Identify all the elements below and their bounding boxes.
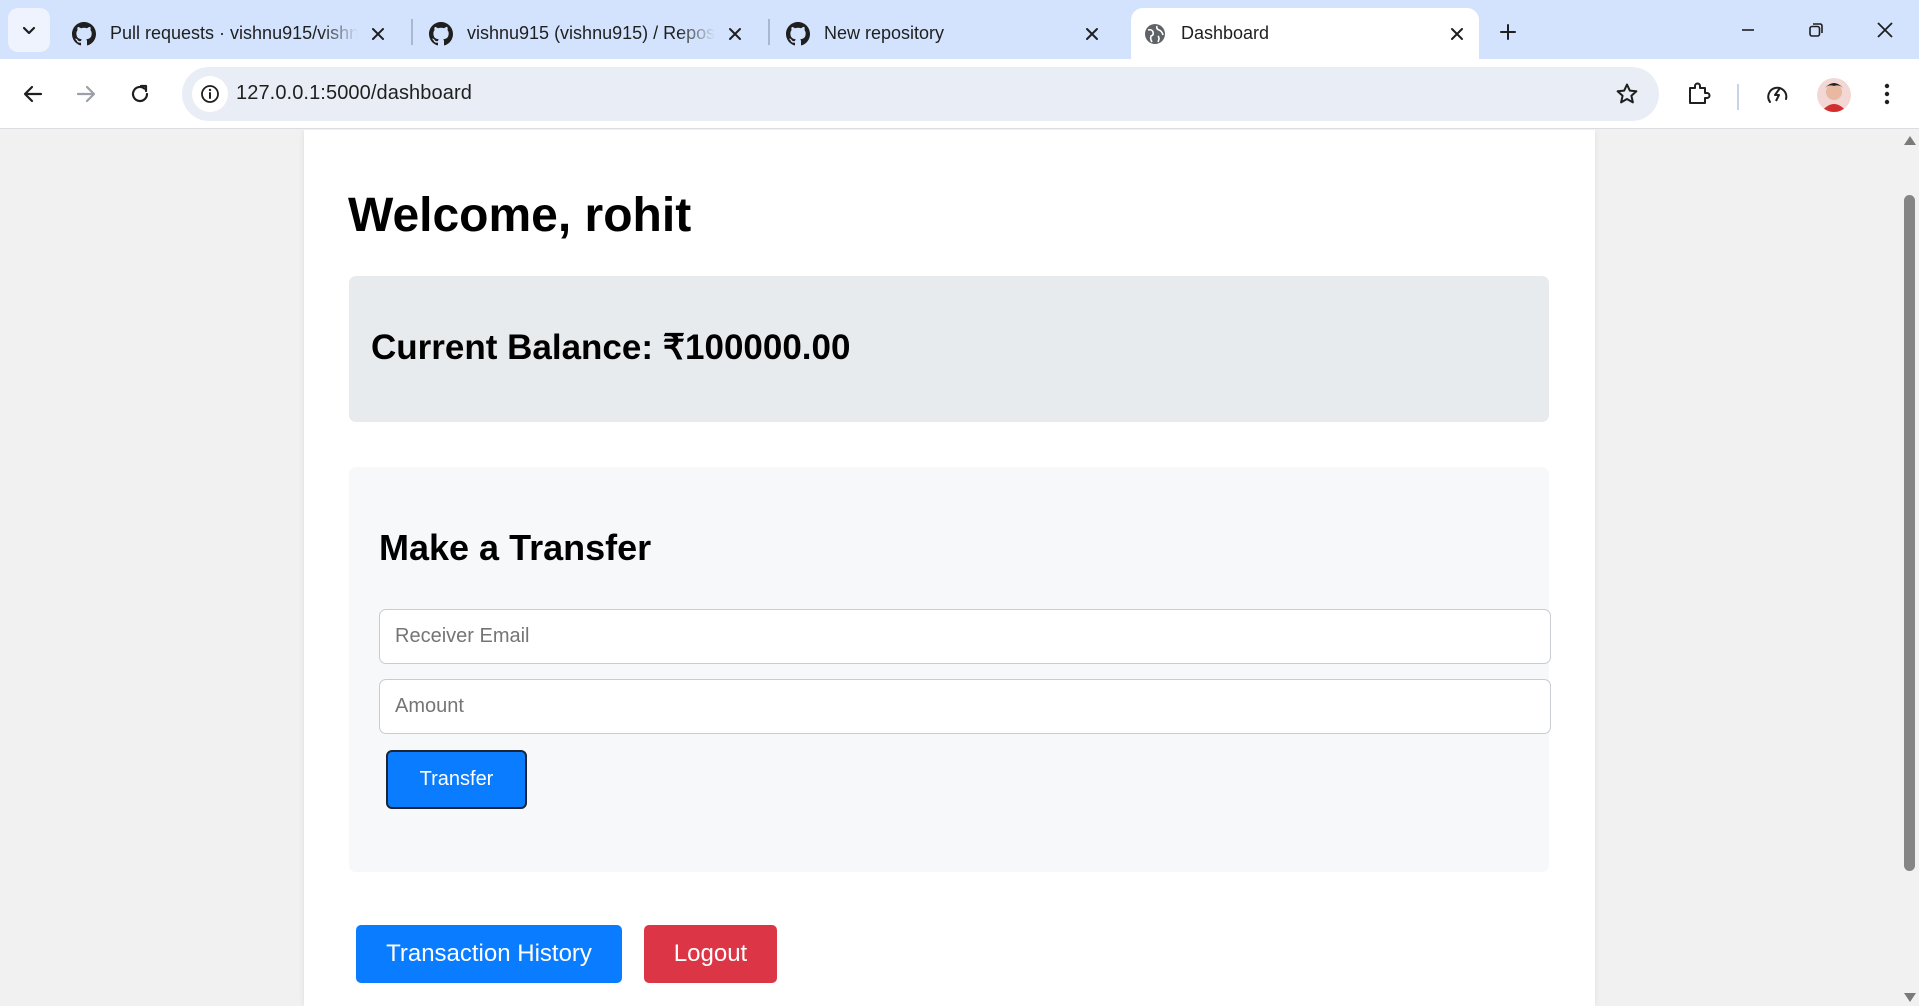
scrollbar-thumb[interactable] <box>1904 195 1915 871</box>
tab-dashboard[interactable]: Dashboard <box>1131 8 1479 59</box>
github-icon <box>786 21 810 46</box>
toolbar-divider <box>1737 84 1739 110</box>
reload-button[interactable] <box>120 74 160 114</box>
scroll-up-arrow[interactable] <box>1904 136 1916 145</box>
site-info-button[interactable] <box>192 76 228 112</box>
tab-strip: Pull requests · vishnu915/vishnu vishnu9… <box>0 0 1919 59</box>
close-icon[interactable] <box>364 20 392 48</box>
performance-button[interactable] <box>1758 74 1798 114</box>
url-text[interactable]: 127.0.0.1:5000/dashboard <box>236 82 472 105</box>
reload-icon <box>131 84 149 103</box>
globe-icon <box>1143 22 1167 46</box>
github-icon <box>429 21 453 46</box>
scroll-down-arrow[interactable] <box>1904 993 1916 1002</box>
dashboard-container: Welcome, rohit Current Balance: ₹100000.… <box>304 130 1595 1006</box>
vertical-scrollbar[interactable] <box>1900 130 1919 1006</box>
transfer-button[interactable]: Transfer <box>386 750 527 809</box>
receiver-email-input[interactable] <box>379 609 1551 664</box>
back-button[interactable] <box>13 74 53 114</box>
current-balance: Current Balance: ₹100000.00 <box>371 328 851 367</box>
transaction-history-button[interactable]: Transaction History <box>356 925 622 983</box>
close-icon <box>1877 21 1893 38</box>
restore-button[interactable] <box>1782 0 1850 59</box>
tab-title: Dashboard <box>1181 23 1270 43</box>
forward-button[interactable] <box>66 74 106 114</box>
restore-icon <box>1809 22 1823 37</box>
browser-toolbar: 127.0.0.1:5000/dashboard <box>0 59 1919 129</box>
transfer-form: Make a Transfer Transfer <box>349 467 1551 872</box>
page-viewport: Welcome, rohit Current Balance: ₹100000.… <box>0 130 1900 1006</box>
tab-title: New repository <box>824 23 945 43</box>
menu-button[interactable] <box>1867 74 1907 114</box>
welcome-heading: Welcome, rohit <box>348 189 692 242</box>
close-icon[interactable] <box>1078 20 1106 48</box>
tab-pull-requests[interactable]: Pull requests · vishnu915/vishnu <box>60 8 400 59</box>
profile-avatar[interactable] <box>1817 78 1851 112</box>
address-bar[interactable]: 127.0.0.1:5000/dashboard <box>182 67 1659 121</box>
tab-title: vishnu915 (vishnu915) / Reposito <box>467 23 715 43</box>
star-icon <box>1616 83 1638 104</box>
close-window-button[interactable] <box>1851 0 1919 59</box>
new-tab-button[interactable] <box>1490 14 1526 50</box>
tab-new-repository[interactable]: New repository <box>774 8 1114 59</box>
info-icon <box>201 85 219 103</box>
logout-button[interactable]: Logout <box>644 925 777 983</box>
tab-title: Pull requests · vishnu915/vishnu <box>110 23 358 43</box>
minimize-button[interactable] <box>1714 0 1782 59</box>
arrow-right-icon <box>76 85 96 103</box>
more-vertical-icon <box>1884 83 1890 105</box>
tab-separator <box>768 19 770 45</box>
speedometer-leaf-icon <box>1767 86 1788 103</box>
minimize-icon <box>1742 28 1754 31</box>
bookmark-button[interactable] <box>1613 80 1641 108</box>
github-icon <box>72 21 96 46</box>
tab-search-button[interactable] <box>8 8 50 52</box>
balance-card: Current Balance: ₹100000.00 <box>349 276 1549 422</box>
plus-icon <box>1500 24 1516 40</box>
close-icon[interactable] <box>721 20 749 48</box>
arrow-left-icon <box>23 85 43 103</box>
tab-separator <box>411 19 413 45</box>
close-icon[interactable] <box>1443 20 1471 48</box>
extensions-button[interactable] <box>1679 74 1719 114</box>
amount-input[interactable] <box>379 679 1551 734</box>
tab-repositories[interactable]: vishnu915 (vishnu915) / Reposito <box>417 8 757 59</box>
chevron-down-icon <box>22 26 36 35</box>
transfer-heading: Make a Transfer <box>379 527 652 568</box>
puzzle-icon <box>1689 82 1711 104</box>
